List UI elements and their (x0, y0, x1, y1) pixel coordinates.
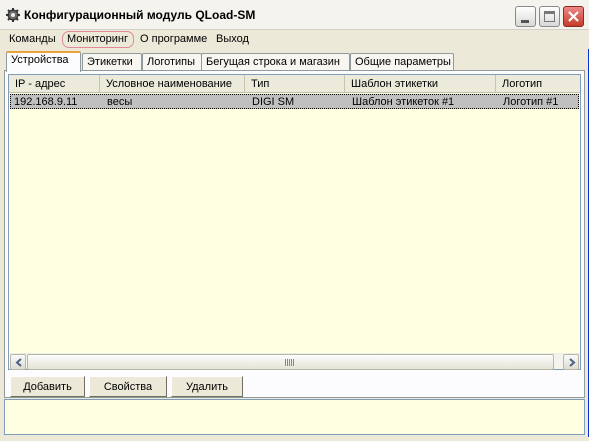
minimize-icon (521, 20, 529, 23)
tab-labels[interactable]: Этикетки (82, 53, 142, 71)
scroll-thumb[interactable] (27, 354, 554, 370)
table-row[interactable]: 192.168.9.11 весы DIGI SM Шаблон этикето… (10, 94, 579, 109)
grip-icon (285, 359, 294, 366)
maximize-button[interactable] (539, 6, 560, 27)
tab-general-settings[interactable]: Общие параметры (350, 53, 454, 71)
arrow-left-icon (15, 358, 22, 367)
maximize-icon (544, 11, 555, 22)
menu-exit[interactable]: Выход (216, 33, 249, 45)
column-header-type[interactable]: Тип (245, 75, 345, 92)
cell-type: DIGI SM (252, 96, 295, 108)
column-header-name[interactable]: Условное наименование (100, 75, 245, 92)
cell-logo: Логотип #1 (503, 96, 559, 108)
scroll-left-button[interactable] (10, 354, 26, 370)
cell-ip: 192.168.9.11 (14, 96, 78, 108)
app-window: Конфигурационный модуль QLoad-SM Команды… (0, 0, 589, 441)
column-header-ip[interactable]: IP - адрес (9, 75, 100, 92)
add-button[interactable]: Добавить (10, 376, 85, 397)
status-area (4, 399, 585, 435)
tab-logos[interactable]: Логотипы (142, 53, 202, 71)
menu-bar: Команды Мониторинг О программе Выход (0, 30, 589, 49)
tab-ticker-and-store[interactable]: Бегущая строка и магазин (201, 53, 350, 71)
delete-button[interactable]: Удалить (171, 376, 243, 397)
tab-devices[interactable]: Устройства (6, 51, 81, 72)
cell-name: весы (107, 96, 133, 108)
menu-about[interactable]: О программе (140, 33, 207, 45)
menu-monitoring[interactable]: Мониторинг (67, 33, 128, 45)
devices-list[interactable]: IP - адрес Условное наименование Тип Шаб… (8, 74, 581, 370)
scroll-right-button[interactable] (563, 354, 579, 370)
properties-button[interactable]: Свойства (89, 376, 167, 397)
window-bottom-edge (0, 437, 589, 441)
column-header-logo[interactable]: Логотип (496, 75, 580, 92)
window-title: Конфигурационный модуль QLoad-SM (24, 8, 256, 22)
column-header-label-template[interactable]: Шаблон этикетки (345, 75, 496, 92)
list-header: IP - адрес Условное наименование Тип Шаб… (9, 75, 580, 93)
cell-label-template: Шаблон этикеток #1 (352, 96, 455, 108)
gear-icon[interactable] (6, 8, 20, 22)
menu-commands[interactable]: Команды (9, 33, 56, 45)
close-icon (568, 11, 579, 22)
minimize-button[interactable] (515, 6, 536, 27)
close-button[interactable] (563, 6, 584, 27)
title-bar[interactable]: Конфигурационный модуль QLoad-SM (0, 0, 589, 30)
arrow-right-icon (569, 358, 576, 367)
horizontal-scrollbar[interactable] (10, 353, 580, 370)
